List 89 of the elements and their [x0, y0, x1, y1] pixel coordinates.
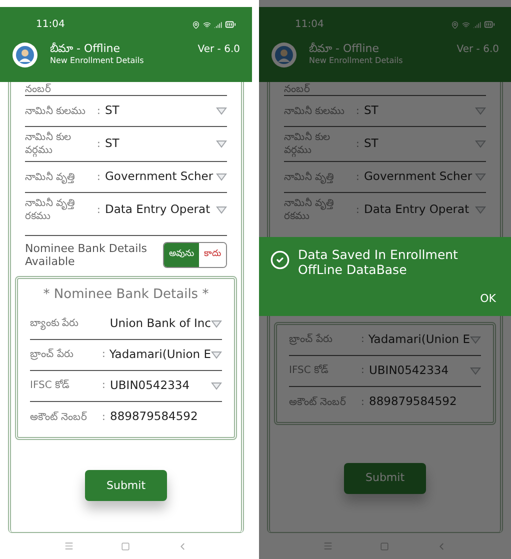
dropdown-caret-icon[interactable]: [475, 107, 486, 115]
success-check-icon: [270, 250, 290, 270]
field-label: నామినీ వృత్తి రకము: [284, 197, 336, 223]
toggle-option[interactable]: అవును: [164, 243, 199, 267]
field-value: 889879584592: [369, 393, 458, 410]
separator: :: [356, 138, 360, 152]
app-subtitle: New Enrollment Details: [309, 55, 404, 66]
field-value[interactable]: Union Bank of Inc: [110, 314, 211, 332]
separator: :: [102, 348, 106, 362]
app-title: బీమా - Offline: [50, 42, 122, 55]
submit-button[interactable]: Submit: [344, 462, 426, 494]
menu-icon[interactable]: [64, 541, 74, 551]
dropdown-caret-icon[interactable]: [211, 350, 222, 358]
version-label: Ver - 6.0: [198, 43, 240, 57]
field-value[interactable]: Data Entry Operat: [105, 201, 216, 219]
separator: :: [97, 104, 102, 118]
section-title: * Nominee Bank Details *: [42, 286, 210, 304]
field-value: 889879584592: [110, 408, 199, 426]
field-value[interactable]: Government Scher: [364, 168, 475, 186]
dropdown-caret-icon[interactable]: [216, 173, 227, 181]
ok-button[interactable]: OK: [476, 291, 500, 308]
status-time: 11:04: [295, 18, 324, 32]
field-label: నామినీ కుల వర్గము: [284, 131, 332, 157]
dropdown-caret-icon[interactable]: [475, 173, 486, 181]
field-value[interactable]: Yadamari(Union E: [109, 346, 211, 364]
field-label: నామినీ వృత్తి రకము: [25, 197, 76, 223]
field-value[interactable]: ST: [364, 102, 475, 120]
field-label: అకౌంట్ నెంబర్: [289, 396, 348, 408]
bank-details-question: Nominee Bank Details Available: [25, 242, 148, 268]
field-value[interactable]: UBIN0542334: [369, 362, 470, 380]
field-label: నామినీ కుల వర్గము: [25, 131, 72, 157]
field-value[interactable]: ST: [364, 135, 475, 153]
field-value[interactable]: UBIN0542334: [110, 376, 211, 394]
menu-icon[interactable]: [322, 541, 333, 551]
signal-icon: [214, 20, 222, 28]
location-icon: [451, 20, 459, 28]
separator: :: [356, 104, 360, 118]
field-label: నామినీ కులము: [284, 104, 346, 118]
field-label: బ్రాంచ్ పేరు: [289, 333, 334, 346]
home-icon[interactable]: [380, 542, 389, 550]
field-value[interactable]: Yadamari(Union E: [368, 330, 470, 348]
field-label: నామినీ వృత్తి: [25, 170, 76, 184]
signal-icon: [473, 20, 481, 28]
home-icon[interactable]: [120, 542, 130, 550]
wifi-icon: [203, 20, 211, 28]
separator: :: [97, 170, 102, 184]
submit-button[interactable]: Submit: [85, 470, 167, 502]
dialog-message: Data Saved In Enrollment OffLine DataBase: [298, 247, 459, 277]
dropdown-caret-icon[interactable]: [216, 206, 227, 214]
app-subtitle: New Enrollment Details: [50, 55, 145, 66]
dropdown-caret-icon[interactable]: [211, 382, 222, 390]
wifi-icon: [462, 20, 470, 28]
separator: :: [361, 364, 366, 378]
field-label: IFSC కోడ్: [289, 364, 330, 377]
battery-icon: [484, 19, 495, 30]
separator: :: [361, 333, 366, 347]
field-value[interactable]: ST: [105, 102, 216, 120]
field-label: బ్రాంచ్ పేరు: [30, 348, 74, 361]
dropdown-caret-icon[interactable]: [475, 206, 486, 214]
location-icon: [192, 20, 200, 28]
field-value[interactable]: Government Scher: [105, 168, 216, 186]
separator: :: [97, 138, 102, 152]
field-value[interactable]: ST: [105, 135, 216, 153]
dropdown-caret-icon[interactable]: [216, 107, 227, 115]
field-label: నామినీ కులము: [25, 104, 86, 118]
battery-icon: [225, 19, 236, 30]
separator: :: [102, 410, 106, 424]
separator: :: [97, 204, 102, 218]
field-label: IFSC కోడ్: [30, 379, 70, 392]
dropdown-caret-icon[interactable]: [216, 140, 227, 148]
status-time: 11:04: [36, 18, 65, 32]
field-label: నంబర్: [25, 84, 51, 95]
separator: :: [356, 170, 360, 184]
dropdown-caret-icon[interactable]: [211, 320, 222, 328]
version-label: Ver - 6.0: [456, 43, 499, 57]
field-label: బ్యాంకు పేరు: [30, 317, 80, 330]
field-label: నామినీ వృత్తి: [284, 170, 336, 184]
dropdown-caret-icon[interactable]: [470, 366, 481, 374]
separator: :: [361, 396, 366, 410]
dropdown-caret-icon[interactable]: [475, 140, 486, 148]
logo-icon: [12, 42, 38, 68]
separator: :: [356, 204, 360, 218]
field-label: అకౌంట్ నెంబర్: [30, 410, 88, 424]
logo-icon: [271, 42, 297, 68]
field-label: నంబర్: [284, 84, 310, 95]
field-value[interactable]: Data Entry Operat: [364, 201, 475, 219]
dropdown-caret-icon[interactable]: [470, 336, 481, 344]
separator: :: [102, 379, 106, 393]
app-title: బీమా - Offline: [309, 42, 380, 55]
